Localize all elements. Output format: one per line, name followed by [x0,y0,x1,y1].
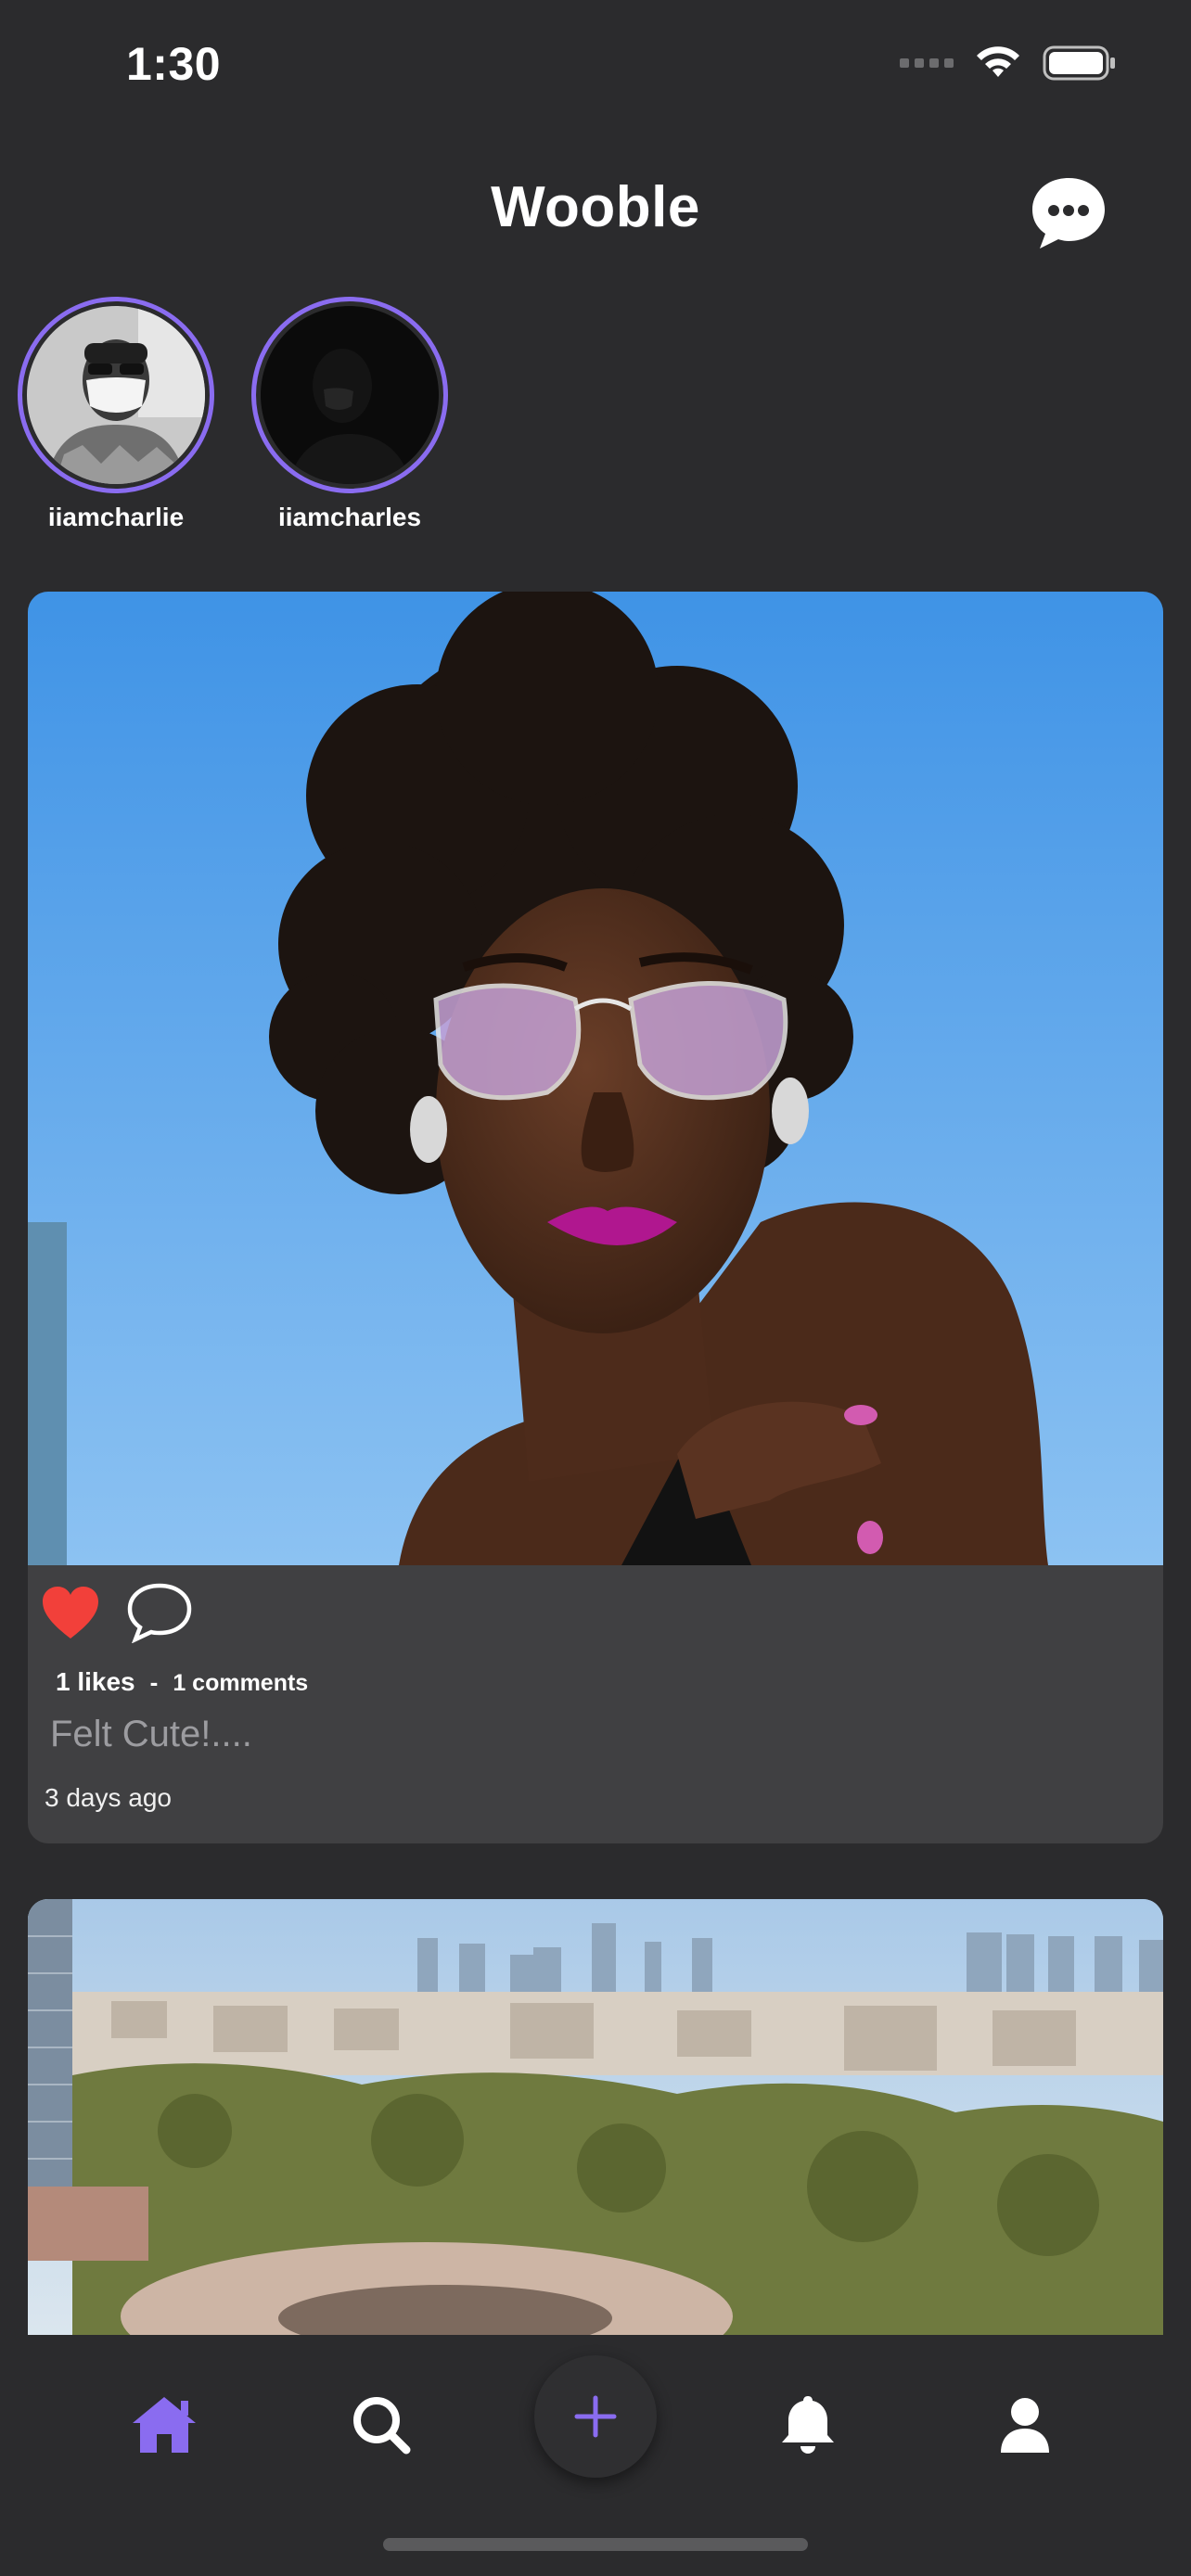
story-avatar [261,306,439,484]
post-actions [41,1582,193,1643]
status-bar: 1:30 [0,0,1191,130]
story-item[interactable]: iiamcharles [243,297,456,532]
app-header: Wooble [0,158,1191,260]
story-item[interactable]: iiamcharlie [9,297,223,532]
tab-profile[interactable] [983,2383,1067,2467]
story-username: iiamcharlie [47,503,185,531]
add-post-button[interactable] [534,2355,657,2478]
stories-row: iiamcharlie iiamcharles [0,297,1191,547]
heart-icon[interactable] [41,1585,100,1640]
status-time: 1:30 [126,38,222,90]
story-avatar [27,306,205,484]
app-title: Wooble [491,175,700,239]
story-ring [251,297,448,493]
signal-icon [900,58,954,68]
post-card: 1 likes - 1 comments Felt Cute!.... 3 da… [28,592,1163,1843]
chat-bubble-icon [1032,178,1105,249]
battery-icon [1043,45,1115,81]
wifi-icon [977,46,1019,77]
comment-icon[interactable] [126,1582,193,1643]
search-icon [353,2397,411,2455]
story-username: iiamcharles [277,503,422,531]
post-caption: Felt Cute!.... [50,1714,252,1754]
post-image[interactable] [28,1899,1163,2335]
story-ring [18,297,214,493]
home-indicator [383,2538,808,2551]
post-card [28,1899,1163,2335]
tab-search[interactable] [339,2383,423,2467]
post-timestamp: 3 days ago [45,1783,172,1812]
status-icons [900,45,1117,82]
messages-button[interactable] [1027,171,1110,254]
comments-count[interactable]: 1 comments [173,1670,308,1697]
add-icon [574,2395,617,2438]
post-image[interactable] [28,592,1163,1565]
stats-separator: - [149,1668,159,1696]
home-icon [133,2397,196,2453]
post-stats: 1 likes - 1 comments [56,1667,308,1697]
profile-icon [1001,2398,1049,2453]
likes-count[interactable]: 1 likes [56,1667,135,1697]
bell-icon [782,2396,834,2454]
tab-home[interactable] [122,2383,206,2467]
tab-notifications[interactable] [766,2383,850,2467]
